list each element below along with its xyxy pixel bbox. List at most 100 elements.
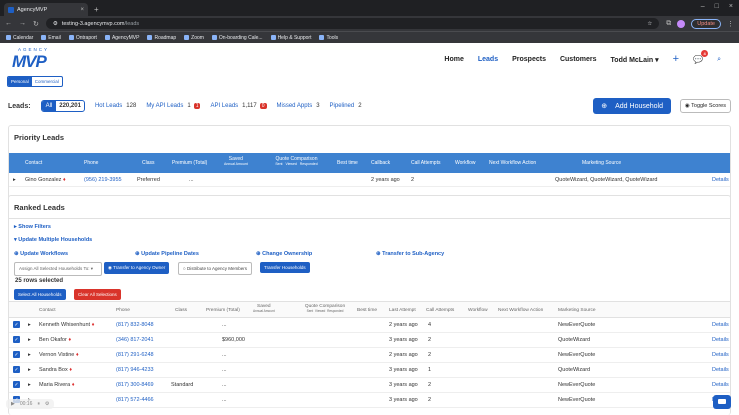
row-checkbox[interactable]: ✓ <box>13 381 20 388</box>
phone-link[interactable]: (956) 219-3955 <box>84 177 122 183</box>
bookmark-item[interactable]: Ontraport <box>68 35 97 41</box>
update-multiple-toggle[interactable]: ▾ Update Multiple Households <box>14 237 92 243</box>
minimize-icon[interactable]: – <box>701 3 705 10</box>
settings-icon[interactable]: ⚙ <box>45 401 49 407</box>
transfer-owner-radio[interactable]: ◉ Transfer to Agency Owner <box>104 262 170 274</box>
expand-row-icon[interactable]: ▸ <box>28 322 31 328</box>
bookmark-item[interactable]: On-boarding Cale... <box>211 35 263 41</box>
close-tab-icon[interactable]: × <box>80 7 84 13</box>
chat-widget-button[interactable] <box>713 395 731 409</box>
expand-row-icon[interactable]: ▸ <box>28 352 31 358</box>
menu-kebab-icon[interactable]: ⋮ <box>727 20 734 28</box>
details-link[interactable]: Details <box>712 367 729 373</box>
expand-row-icon[interactable]: ▸ <box>13 177 16 183</box>
bookmark-item[interactable]: AgencyMVP <box>104 35 139 41</box>
nav-home[interactable]: Home <box>444 56 463 63</box>
bookmark-item[interactable]: Zoom <box>184 35 204 41</box>
filter-hot-leads[interactable]: Hot Leads 128 <box>95 103 136 109</box>
extensions-icon[interactable]: ⧉ <box>666 20 671 28</box>
details-link[interactable]: Details <box>712 337 729 343</box>
phone-link[interactable]: (817) 832-8048 <box>116 322 154 328</box>
table-row[interactable]: ✓ ▸ Kenneth Whisenhunt ♦ (817) 832-8048... 2… <box>9 318 730 333</box>
table-row[interactable]: ✓ ▸ Maria Rivera ♦ (817) 300-8469 Standard..… <box>9 378 730 393</box>
table-row[interactable]: ✓ ▸ Ben Okafor ♦ (346) 817-2041 $960,000 3 ye… <box>9 333 730 348</box>
expand-row-icon[interactable]: ▸ <box>28 337 31 343</box>
bookmark-star-icon[interactable]: ☆ <box>647 21 652 27</box>
ranked-table-header: Contact Phone Class Premium (Total) Save… <box>9 301 730 318</box>
agencymvp-logo[interactable]: AGENCY MVP <box>12 48 49 70</box>
details-link[interactable]: Details <box>712 352 729 358</box>
personal-toggle[interactable]: Personal <box>8 77 32 86</box>
play-icon[interactable]: ▶ <box>11 401 15 407</box>
row-checkbox[interactable]: ✓ <box>13 366 20 373</box>
phone-link[interactable]: (817) 572-4466 <box>116 397 154 403</box>
toggle-scores-button[interactable]: ◉ Toggle Scores <box>679 99 731 113</box>
distribute-radio[interactable]: ○ Distribute to Agency Members <box>178 262 252 275</box>
search-icon[interactable]: ⌕ <box>717 56 721 64</box>
update-button[interactable]: Update <box>691 18 721 29</box>
site-info-icon[interactable]: ⚙ <box>53 21 58 27</box>
add-icon[interactable]: + <box>673 54 679 65</box>
update-workflows-link[interactable]: ⊕ Update Workflows <box>14 251 68 257</box>
phone-link[interactable]: (346) 817-2041 <box>116 337 154 343</box>
select-all-button[interactable]: Select All Households <box>14 289 66 300</box>
reload-icon[interactable]: ↻ <box>33 20 39 28</box>
details-link[interactable]: Details <box>712 322 729 328</box>
url-field[interactable]: ⚙ testing-3.agencymvp.com/leads ☆ <box>45 18 660 29</box>
filter-api-leads[interactable]: API Leads 1,117 0 <box>210 103 267 109</box>
source-cell: NewEverQuote <box>558 352 596 358</box>
expand-row-icon[interactable]: ▸ <box>28 367 31 373</box>
add-household-icon: ⊕ <box>601 103 608 110</box>
attempts-cell: 2 <box>428 397 432 403</box>
tab-title: AgencyMVP <box>17 6 48 13</box>
table-row[interactable]: ✓ ▸ Vernon Vistine ♦ (817) 291-6248... 2 yea… <box>9 348 730 363</box>
clear-all-button[interactable]: Clear All Selections <box>74 289 121 300</box>
bookmark-item[interactable]: Help & Support <box>270 35 311 41</box>
bookmark-item[interactable]: Tools <box>319 35 338 41</box>
commercial-toggle[interactable]: Commercial <box>32 77 62 86</box>
back-icon[interactable]: ← <box>5 20 12 27</box>
all-leads-filter[interactable]: All 220,201 <box>40 100 85 112</box>
priority-row[interactable]: ▸ Gino Gonzalez ♦ (956) 219-3955 Preferr… <box>9 173 730 187</box>
row-checkbox[interactable]: ✓ <box>13 351 20 358</box>
transfer-sub-agency-link[interactable]: ⊕ Transfer to Sub-Agency <box>376 251 444 257</box>
nav-prospects[interactable]: Prospects <box>512 56 546 63</box>
nav-customers[interactable]: Customers <box>560 56 597 63</box>
phone-link[interactable]: (817) 291-6248 <box>116 352 154 358</box>
expand-row-icon[interactable]: ▸ <box>28 382 31 388</box>
bookmark-item[interactable]: Roadmap <box>147 35 176 41</box>
filter-pipelined[interactable]: Pipelined 2 <box>330 103 362 109</box>
user-menu[interactable]: Todd McLain ▾ <box>611 56 659 64</box>
change-ownership-link[interactable]: ⊕ Change Ownership <box>256 251 312 257</box>
show-filters-toggle[interactable]: ▸ Show Filters <box>14 224 51 230</box>
transfer-households-button[interactable]: Transfer Households <box>260 262 310 273</box>
forward-icon[interactable]: → <box>19 20 26 27</box>
assign-select[interactable]: Assign All Selected Households To: ▾ <box>14 262 102 276</box>
bookmark-icon <box>68 35 74 40</box>
filter-missed-appts[interactable]: Missed Appts 3 <box>277 103 320 109</box>
table-row[interactable]: ✓▸(817) 572-4466...3 years ago2NewEverQu… <box>9 393 730 408</box>
add-household-button[interactable]: ⊕ Add Household <box>593 98 671 114</box>
premium-cell: ... <box>222 367 227 373</box>
new-tab-icon[interactable]: + <box>94 5 99 14</box>
row-checkbox[interactable]: ✓ <box>13 321 20 328</box>
nav-leads[interactable]: Leads <box>478 56 498 63</box>
details-link[interactable]: Details <box>712 382 729 388</box>
phone-link[interactable]: (817) 300-8469 <box>116 382 154 388</box>
bookmark-item[interactable]: Calendar <box>6 35 33 41</box>
col-workflow: Workflow <box>468 308 488 313</box>
details-link[interactable]: Details <box>712 177 729 183</box>
attempts-cell: 2 <box>411 177 415 183</box>
phone-link[interactable]: (817) 946-4233 <box>116 367 154 373</box>
profile-avatar[interactable] <box>677 19 686 28</box>
table-row[interactable]: ✓ ▸ Sandra Box ♦ (817) 946-4233... 3 years a… <box>9 363 730 378</box>
update-pipeline-link[interactable]: ⊕ Update Pipeline Dates <box>135 251 199 257</box>
close-window-icon[interactable]: × <box>729 3 733 10</box>
messages-icon[interactable]: 💬 4 <box>693 50 709 64</box>
row-checkbox[interactable]: ✓ <box>13 336 20 343</box>
filter-my-api-leads[interactable]: My API Leads 1 1 <box>146 103 201 109</box>
pause-icon[interactable]: ⏸ <box>37 401 40 407</box>
browser-tab[interactable]: AgencyMVP × <box>4 3 88 16</box>
maximize-icon[interactable]: □ <box>715 3 719 10</box>
bookmark-item[interactable]: Email <box>41 35 61 41</box>
